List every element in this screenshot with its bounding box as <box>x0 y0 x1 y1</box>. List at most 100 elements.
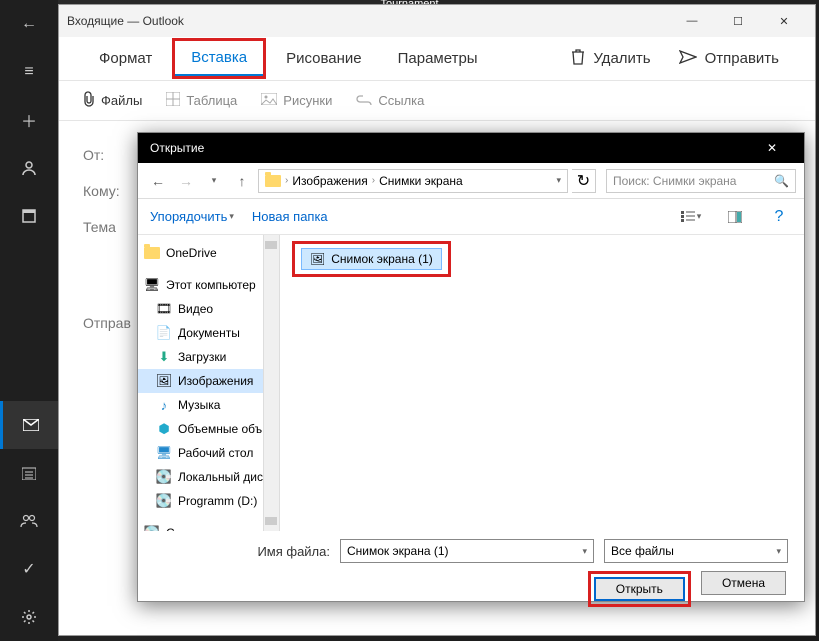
minimize-button[interactable]: — <box>669 5 715 37</box>
nav-up-button[interactable]: ↑ <box>230 169 254 193</box>
tree-label: Загрузки <box>178 350 226 364</box>
nav-forward-button[interactable]: → <box>174 169 198 193</box>
subject-label: Тема <box>83 219 125 235</box>
to-label: Кому: <box>83 183 125 199</box>
tree-scrollbar[interactable] <box>263 235 279 531</box>
settings-icon[interactable] <box>0 593 58 641</box>
preview-pane-button[interactable] <box>722 204 748 230</box>
tab-insert-highlight: Вставка <box>172 38 266 79</box>
address-bar[interactable]: › Изображения › Снимки экрана ▾ <box>258 169 568 193</box>
disk-icon: 💽 <box>144 525 160 531</box>
tree-programm[interactable]: 💽 Programm (D:) <box>138 489 279 513</box>
tree-this-pc[interactable]: 🖥 Этот компьютер <box>138 273 279 297</box>
window-icon[interactable] <box>0 192 58 240</box>
download-icon: ⬇ <box>156 349 172 365</box>
open-button[interactable]: Открыть <box>594 577 685 601</box>
tree-videos[interactable]: 🎞 Видео <box>138 297 279 321</box>
file-open-dialog: Открытие ✕ ← → ▾ ↑ › Изображения › Снимк… <box>137 132 805 602</box>
tree-downloads[interactable]: ⬇ Загрузки <box>138 345 279 369</box>
filename-row: Имя файла: Снимок экрана (1) ▾ Все файлы… <box>154 539 788 563</box>
pictures-label: Рисунки <box>283 93 332 108</box>
send-button[interactable]: Отправить <box>667 42 791 76</box>
link-icon <box>356 93 372 108</box>
filename-input[interactable]: Снимок экрана (1) ▾ <box>340 539 594 563</box>
people-icon[interactable] <box>0 497 58 545</box>
insert-toolbar: Файлы Таблица Рисунки Ссылка <box>59 81 815 121</box>
path-dropdown-icon[interactable]: ▾ <box>556 175 561 186</box>
organize-button[interactable]: Упорядочить ▾ <box>150 209 234 224</box>
tree-music[interactable]: ♪Музыка <box>138 393 279 417</box>
files-button[interactable]: Файлы <box>83 91 142 110</box>
window-title: Входящие — Outlook <box>67 14 669 28</box>
tree-local-disk[interactable]: 💽Локальный дис <box>138 465 279 489</box>
tree-label: OneDrive <box>166 246 217 260</box>
dialog-close-button[interactable]: ✕ <box>752 133 792 163</box>
tree-pictures[interactable]: 🖼 Изображения <box>138 369 279 393</box>
close-button[interactable]: ✕ <box>761 5 807 37</box>
file-item-screenshot[interactable]: 🖼 Снимок экрана (1) <box>301 248 442 270</box>
tree-label: Этот компьютер <box>166 278 256 292</box>
path-seg-screenshots[interactable]: Снимки экрана <box>379 174 463 188</box>
ribbon-tabs: Формат Вставка Рисование Параметры Удали… <box>59 37 815 81</box>
file-list[interactable]: 🖼 Снимок экрана (1) <box>280 235 804 531</box>
pc-icon: 🖥 <box>144 277 160 293</box>
maximize-button[interactable]: ☐ <box>715 5 761 37</box>
tree-desktop[interactable]: 🖥Рабочий стол <box>138 441 279 465</box>
table-icon <box>166 92 180 109</box>
link-button[interactable]: Ссылка <box>356 93 424 108</box>
tab-params[interactable]: Параметры <box>382 42 494 75</box>
link-label: Ссылка <box>378 93 424 108</box>
tree-label: Видео <box>178 302 213 316</box>
todo-icon[interactable]: ✓ <box>0 545 58 593</box>
help-button[interactable]: ? <box>766 204 792 230</box>
tree-documents[interactable]: 📄Документы <box>138 321 279 345</box>
menu-icon[interactable]: ≡ <box>0 48 58 96</box>
tab-insert[interactable]: Вставка <box>175 41 263 76</box>
calendar-icon[interactable] <box>0 449 58 497</box>
nav-back-button[interactable]: ← <box>146 169 170 193</box>
tree-3d[interactable]: ⬢Объемные объ <box>138 417 279 441</box>
doc-icon: 📄 <box>156 325 172 341</box>
nav-recent-button[interactable]: ▾ <box>202 169 226 193</box>
plus-icon[interactable]: ＋ <box>0 96 58 144</box>
tree-label: Programm (D:) <box>178 494 257 508</box>
new-folder-button[interactable]: Новая папка <box>252 209 328 224</box>
left-sidebar: ← ≡ ＋ ✓ <box>0 0 58 641</box>
sent-label: Отправ <box>83 315 131 331</box>
mail-icon[interactable] <box>0 401 58 449</box>
tab-draw[interactable]: Рисование <box>270 42 378 75</box>
video-icon: 🎞 <box>156 301 172 317</box>
tree-cut[interactable]: 💽С <box>138 521 279 531</box>
person-icon[interactable] <box>0 144 58 192</box>
send-icon <box>679 50 697 68</box>
refresh-button[interactable]: ↻ <box>572 169 596 193</box>
search-placeholder: Поиск: Снимки экрана <box>613 174 774 188</box>
dialog-bottom: Имя файла: Снимок экрана (1) ▾ Все файлы… <box>138 531 804 603</box>
app-frame: Tournament ← ≡ ＋ ✓ Входящие — Outlook — … <box>0 0 819 641</box>
back-icon[interactable]: ← <box>0 0 58 48</box>
picture-icon <box>261 93 277 108</box>
filename-label: Имя файла: <box>154 544 330 559</box>
chevron-down-icon: ▾ <box>229 211 234 222</box>
filename-value: Снимок экрана (1) <box>347 544 449 558</box>
tree-label: Рабочий стол <box>178 446 253 460</box>
picture-icon: 🖼 <box>156 373 172 389</box>
cancel-button[interactable]: Отмена <box>701 571 786 595</box>
table-button[interactable]: Таблица <box>166 92 237 109</box>
tree-onedrive[interactable]: OneDrive <box>138 241 279 265</box>
path-seg-pictures[interactable]: Изображения <box>292 174 367 188</box>
from-label: От: <box>83 147 125 163</box>
pictures-button[interactable]: Рисунки <box>261 93 332 108</box>
tab-format[interactable]: Формат <box>83 42 168 75</box>
view-mode-button[interactable]: ▾ <box>678 204 704 230</box>
filetype-select[interactable]: Все файлы ▾ <box>604 539 788 563</box>
open-highlight: Открыть <box>588 571 691 607</box>
chevron-down-icon: ▾ <box>582 546 587 557</box>
files-label: Файлы <box>101 93 142 108</box>
disk-icon: 💽 <box>156 493 172 509</box>
folder-tree: OneDrive 🖥 Этот компьютер 🎞 Видео 📄Докуме… <box>138 235 280 531</box>
search-box[interactable]: Поиск: Снимки экрана 🔍 <box>606 169 796 193</box>
delete-button[interactable]: Удалить <box>559 41 662 77</box>
tree-label: Изображения <box>178 374 253 388</box>
tree-label: Музыка <box>178 398 220 412</box>
